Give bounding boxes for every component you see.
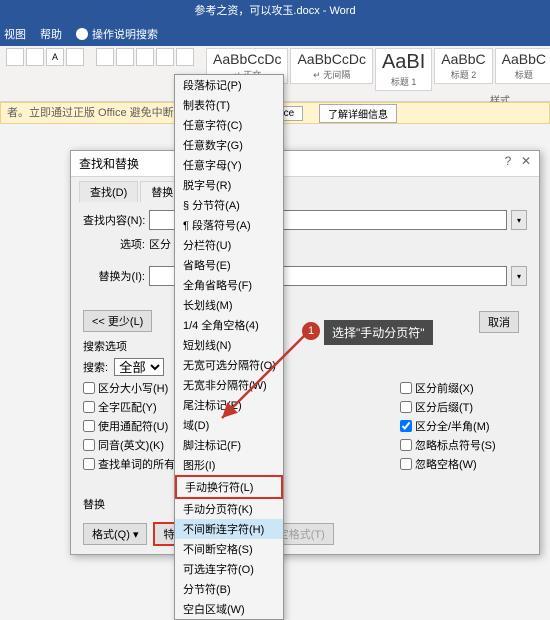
annotation-label: 选择"手动分页符" [324,320,433,345]
replace-dropdown[interactable]: ▾ [511,266,527,286]
tell-me-search[interactable]: 操作说明搜索 [76,26,158,42]
rb-btn[interactable] [176,48,194,66]
search-options-title: 搜索选项 [83,338,527,354]
annotation-badge: 1 [302,322,320,340]
find-dropdown[interactable]: ▾ [511,210,527,230]
search-direction-select[interactable]: 全部 [114,358,164,376]
dialog-title-bar: 查找和替换 ? ✕ [71,151,539,177]
spec-menu-item[interactable]: 任意数字(G) [175,135,283,155]
check-option[interactable]: 区分后缀(T) [400,399,527,415]
spec-menu-item[interactable]: 脱字号(R) [175,175,283,195]
check-option[interactable]: 区分前缀(X) [400,380,527,396]
tab-find[interactable]: 查找(D) [79,181,138,202]
activation-text: 者。立即通过正版 Office 避免中断并使 [7,102,196,124]
rb-btn[interactable] [116,48,134,66]
spec-menu-item[interactable]: 长划线(M) [175,295,283,315]
rb-btn[interactable] [6,48,24,66]
style-item[interactable]: AaBI标题 1 [375,48,432,91]
spec-menu-item[interactable]: § 分节符(A) [175,195,283,215]
find-replace-dialog: 查找和替换 ? ✕ 查找(D) 替换(P) 定位(G) 查找内容(N): ▾ 选… [70,150,540,555]
rb-btn[interactable] [96,48,114,66]
format-button[interactable]: 格式(Q) ▾ [83,523,147,545]
check-option[interactable]: 忽略标点符号(S) [400,437,527,453]
options-label: 选项: [83,236,145,252]
spec-menu-item[interactable]: 1/4 全角空格(4) [175,315,283,335]
options-value: 区分 [149,236,171,252]
bulb-icon [76,28,88,40]
spec-menu-item[interactable]: 全角省略号(F) [175,275,283,295]
rb-btn[interactable] [136,48,154,66]
spec-menu-item[interactable]: 手动分页符(K) [175,499,283,519]
search-dir-label: 搜索: [83,359,108,375]
rb-btn[interactable] [66,48,84,66]
spec-menu-item[interactable]: 手动换行符(L) [175,475,283,499]
spec-menu-item[interactable]: 无宽非分隔符(W) [175,375,283,395]
spec-menu-item[interactable]: 可选连字符(O) [175,559,283,579]
spec-menu-item[interactable]: 任意字母(Y) [175,155,283,175]
spec-menu-item[interactable]: 省略号(E) [175,255,283,275]
spec-menu-item[interactable]: 任意字符(C) [175,115,283,135]
spec-menu-item[interactable]: 尾注标记(E) [175,395,283,415]
spec-menu-item[interactable]: 空白区域(W) [175,599,283,619]
spec-menu-item[interactable]: ¶ 段落符号(A) [175,215,283,235]
check-option[interactable]: 忽略空格(W) [400,456,527,472]
replace-label: 替换为(I): [83,268,145,284]
spec-menu-item[interactable]: 段落标记(P) [175,75,283,95]
spec-menu-item[interactable]: 脚注标记(F) [175,435,283,455]
ribbon-tabs: 视图 帮助 操作说明搜索 [0,22,550,46]
check-option[interactable]: 区分全/半角(M) [400,418,527,434]
spec-menu-item[interactable]: 分栏符(U) [175,235,283,255]
find-label: 查找内容(N): [83,212,145,228]
spec-menu-item[interactable]: 不间断连字符(H) [175,519,283,539]
style-item[interactable]: AaBbCcDc↵ 无间隔 [290,48,372,84]
spec-menu-item[interactable]: 制表符(T) [175,95,283,115]
spec-menu-item[interactable]: 域(D) [175,415,283,435]
dialog-title: 查找和替换 [79,157,139,171]
spec-menu-item[interactable]: 无宽可选分隔符(O) [175,355,283,375]
rb-btn[interactable] [156,48,174,66]
close-icon[interactable]: ✕ [519,155,533,169]
detail-button[interactable]: 了解详细信息 [319,104,397,123]
rb-btn[interactable]: A [46,48,64,66]
help-icon[interactable]: ? [501,155,515,169]
tab-view[interactable]: 视图 [4,26,26,42]
spec-menu-item[interactable]: 短划线(N) [175,335,283,355]
style-item[interactable]: AaBbC标题 2 [434,48,492,84]
less-options-button[interactable]: << 更少(L) [83,310,152,332]
cancel-button[interactable]: 取消 [479,311,519,333]
style-item[interactable]: AaBbC标题 [495,48,550,84]
spec-menu-item[interactable]: 分节符(B) [175,579,283,599]
spec-menu-item[interactable]: 不间断空格(S) [175,539,283,559]
window-title: 参考之资，可以攻玉.docx - Word [0,0,550,22]
special-format-menu: 段落标记(P)制表符(T)任意字符(C)任意数字(G)任意字母(Y)脱字号(R)… [174,74,284,620]
replace-section-label: 替换 [83,496,527,512]
rb-btn[interactable] [26,48,44,66]
tab-help[interactable]: 帮助 [40,26,62,42]
spec-menu-item[interactable]: 图形(I) [175,455,283,475]
dialog-tabs: 查找(D) 替换(P) 定位(G) [71,177,539,202]
